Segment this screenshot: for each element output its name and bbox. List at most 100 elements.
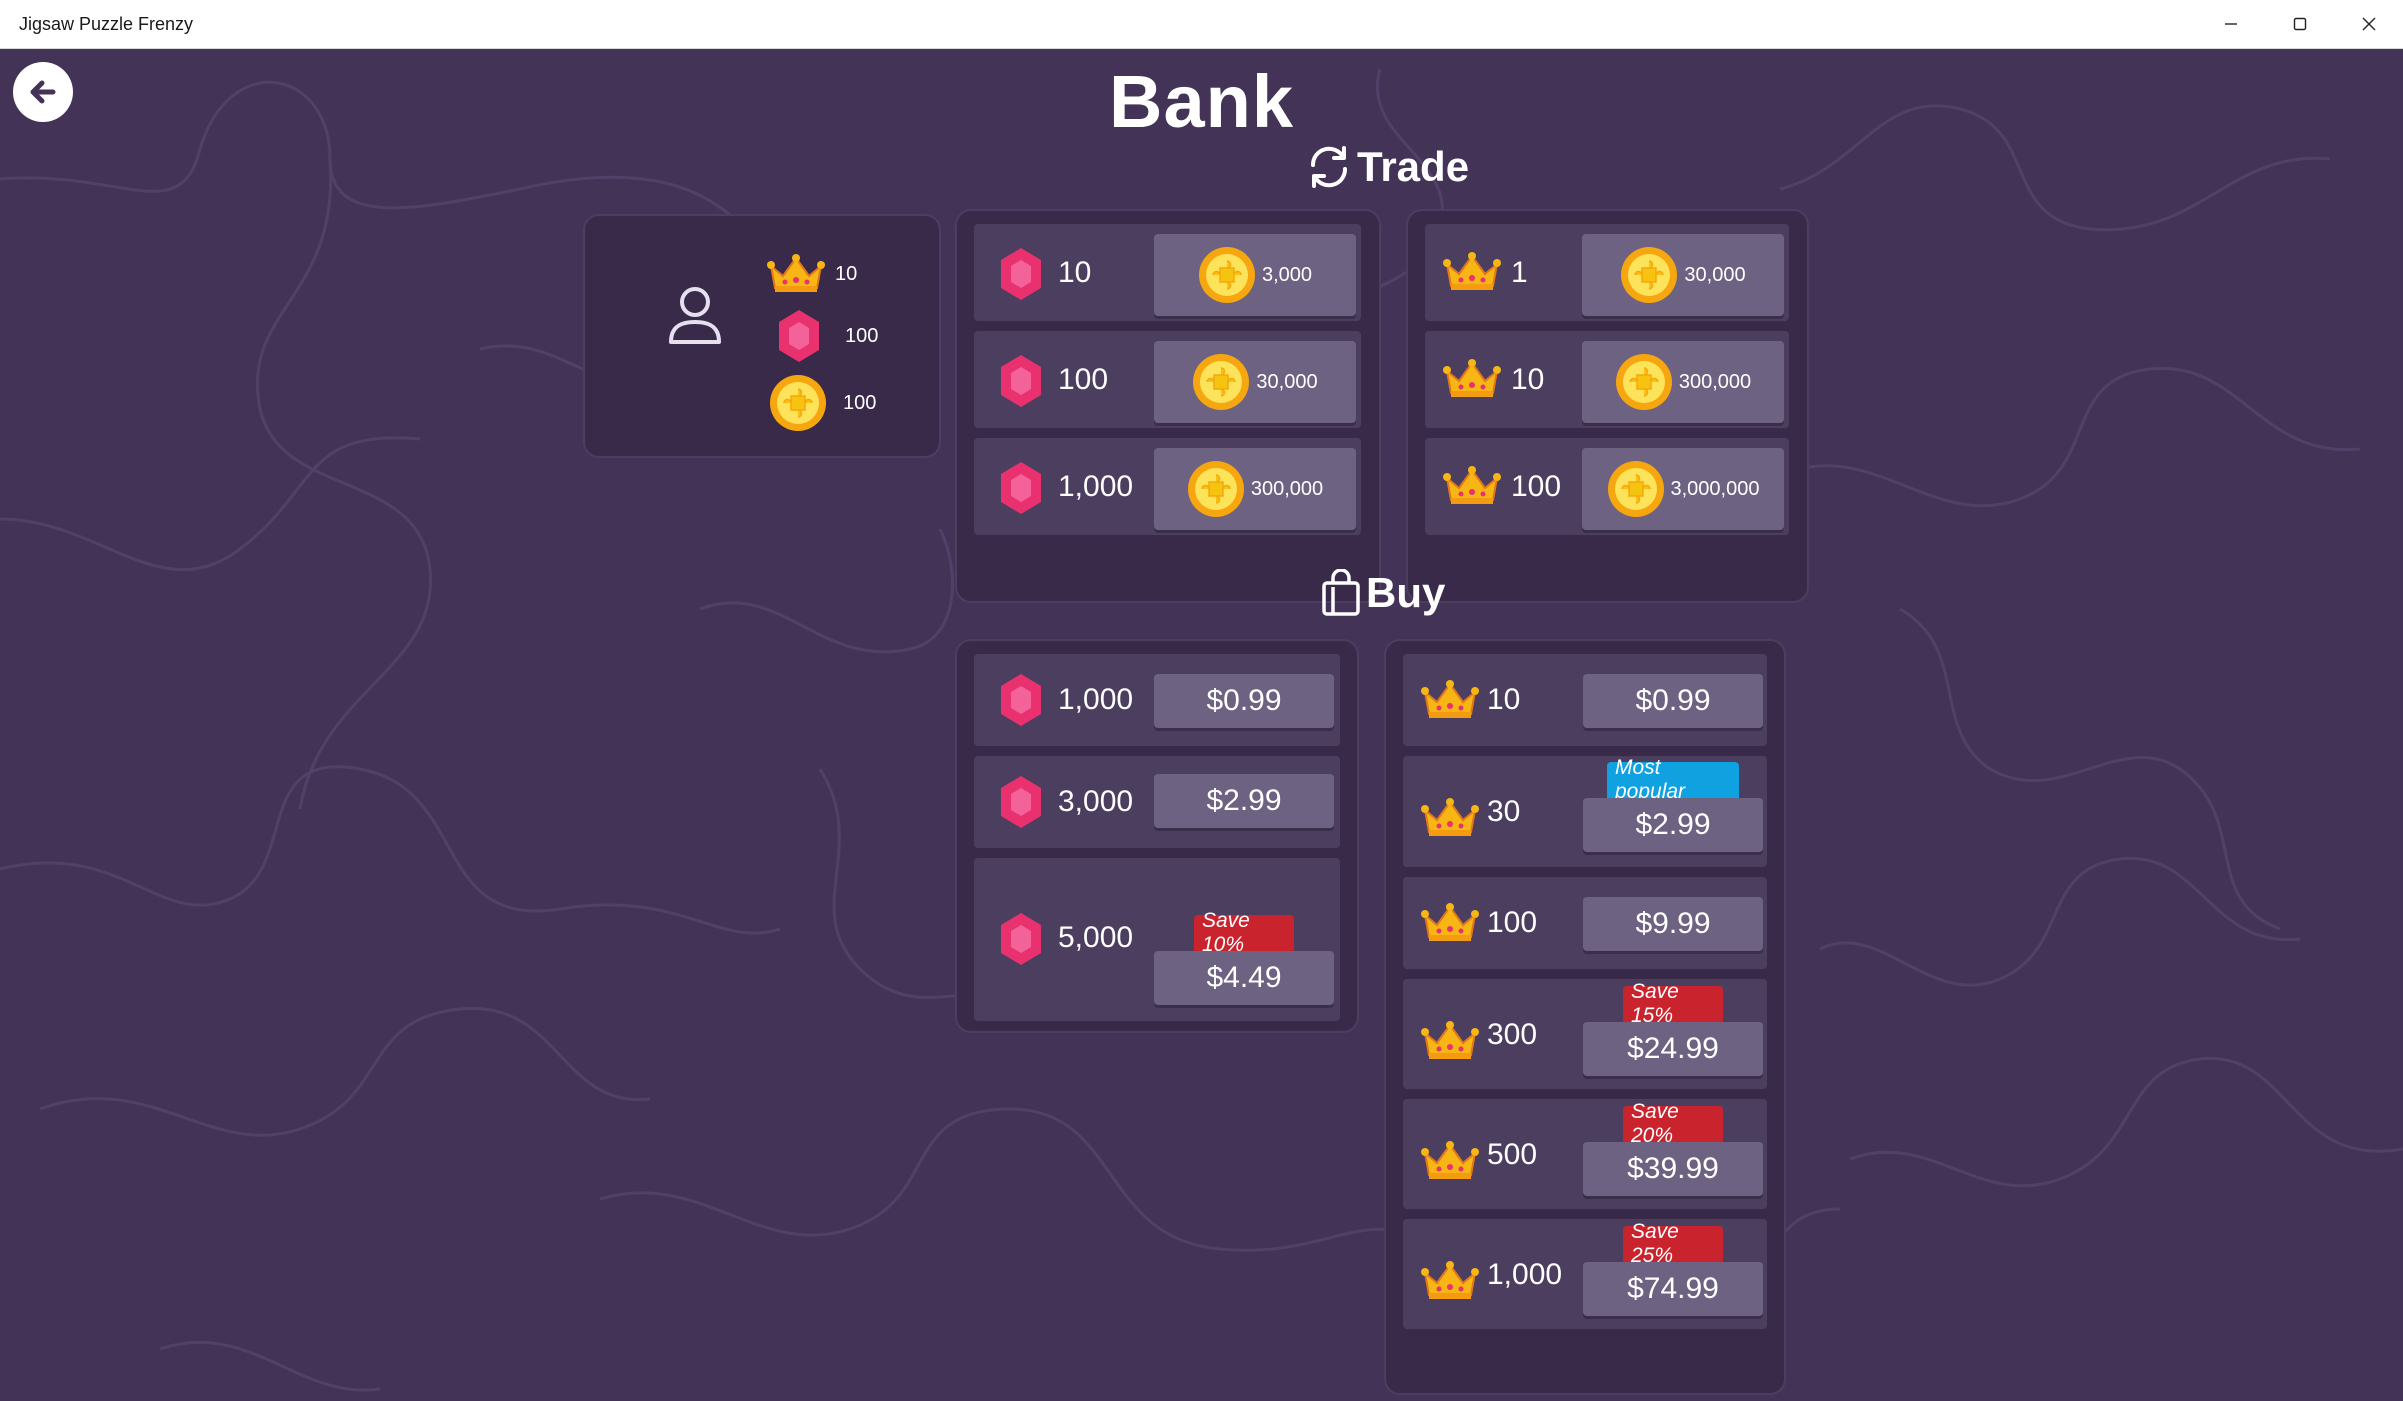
gem-icon — [1001, 674, 1041, 726]
buy-crown-row: 100 $9.99 — [1403, 877, 1767, 969]
wallet-coins: 100 — [769, 374, 876, 432]
trade-gem-price: 300,000 — [1250, 477, 1324, 500]
crown-icon — [1421, 903, 1479, 941]
crown-icon — [1421, 798, 1479, 836]
trade-crown-buy-button[interactable]: 300,000 — [1582, 341, 1784, 423]
gem-icon — [1001, 355, 1041, 407]
buy-crown-price: $9.99 — [1635, 907, 1711, 940]
wallet-crowns: 10 — [767, 254, 857, 294]
buy-gem-price: $0.99 — [1206, 684, 1282, 717]
trade-gem-row: 1,000 300,000 — [974, 438, 1361, 535]
trade-gem-qty: 1,000 — [1058, 470, 1134, 503]
trade-crown-price: 300,000 — [1678, 370, 1752, 393]
trade-crown-qty: 1 — [1511, 256, 1528, 289]
close-button[interactable] — [2334, 0, 2403, 48]
gem-icon — [1001, 248, 1041, 300]
window-controls — [2196, 0, 2403, 48]
trade-gem-qty: 100 — [1058, 363, 1109, 396]
buy-crown-qty: 30 — [1487, 795, 1521, 828]
shopping-bag-icon — [1322, 569, 1360, 616]
buy-crown-price: $74.99 — [1627, 1272, 1719, 1305]
trade-crown-row: 10 300,000 — [1425, 331, 1789, 428]
most-popular-badge: Most popular — [1607, 756, 1739, 803]
buy-gem-price-button[interactable]: $4.49 — [1154, 951, 1334, 1005]
buy-gem-row: 1,000 $0.99 — [974, 654, 1340, 746]
buy-crown-price: $0.99 — [1635, 684, 1711, 717]
buy-crown-row: 300 Save 15% $24.99 — [1403, 979, 1767, 1089]
buy-gem-price-button[interactable]: $2.99 — [1154, 774, 1334, 828]
crown-icon — [1421, 1261, 1479, 1299]
coin-icon — [1198, 247, 1255, 303]
trade-crown-buy-button[interactable]: 3,000,000 — [1582, 448, 1784, 530]
maximize-icon — [2293, 17, 2306, 31]
save-badge: Save 20% — [1623, 1100, 1723, 1147]
buy-crown-price-button[interactable]: $9.99 — [1583, 897, 1763, 951]
buy-crown-price-button[interactable]: $2.99 — [1583, 798, 1763, 852]
buy-crown-qty: 10 — [1487, 683, 1521, 716]
wallet-panel: 10 100 100 — [583, 214, 941, 458]
trade-gem-buy-button[interactable]: 3,000 — [1154, 234, 1356, 316]
coin-icon — [1193, 354, 1250, 410]
buy-heading: Buy — [1320, 569, 1445, 617]
buy-crown-price-button[interactable]: $0.99 — [1583, 674, 1763, 728]
coin-icon — [1607, 461, 1664, 517]
buy-crown-row: 10 $0.99 — [1403, 654, 1767, 746]
close-icon — [2362, 17, 2375, 31]
trade-gem-price: 30,000 — [1256, 370, 1318, 393]
trade-crown-price: 3,000,000 — [1670, 477, 1760, 500]
gem-icon — [1001, 913, 1041, 965]
trade-title: Trade — [1357, 143, 1470, 190]
coin-icon — [770, 375, 826, 431]
trade-gem-buy-button[interactable]: 30,000 — [1154, 341, 1356, 423]
save-badge: Save 10% — [1194, 909, 1294, 956]
gem-icon — [1001, 462, 1041, 514]
buy-crown-qty: 300 — [1487, 1018, 1538, 1051]
trade-crown-row: 100 3,000,000 — [1425, 438, 1789, 535]
title-bar: Jigsaw Puzzle Frenzy — [0, 0, 2403, 49]
trade-gem-row: 100 30,000 — [974, 331, 1361, 428]
coin-icon — [1615, 354, 1672, 410]
trade-crown-row: 1 30,000 — [1425, 224, 1789, 321]
coin-icon — [1187, 461, 1244, 517]
save-badge: Save 15% — [1623, 980, 1723, 1027]
crown-icon — [1443, 252, 1501, 290]
gem-icon — [779, 310, 819, 362]
buy-crown-row: 500 Save 20% $39.99 — [1403, 1099, 1767, 1209]
buy-gem-qty: 5,000 — [1058, 921, 1134, 954]
crown-icon — [1421, 1141, 1479, 1179]
buy-crown-price-button[interactable]: $74.99 — [1583, 1262, 1763, 1316]
crown-icon — [1443, 466, 1501, 504]
wallet-gems-amount: 100 — [845, 324, 879, 347]
maximize-button[interactable] — [2265, 0, 2334, 48]
save-badge: Save 25% — [1623, 1220, 1723, 1267]
buy-crown-row: 30 Most popular $2.99 — [1403, 756, 1767, 867]
wallet-coins-amount: 100 — [843, 391, 877, 414]
trade-crown-price: 30,000 — [1684, 263, 1746, 286]
crown-icon — [1421, 680, 1479, 718]
crown-icon — [1421, 1021, 1479, 1059]
user-icon — [669, 287, 721, 344]
buy-crown-price-button[interactable]: $39.99 — [1583, 1142, 1763, 1196]
minimize-icon — [2224, 23, 2237, 25]
buy-gem-price-button[interactable]: $0.99 — [1154, 674, 1334, 728]
page-title: Bank — [1109, 60, 1294, 143]
trade-gem-buy-button[interactable]: 300,000 — [1154, 448, 1356, 530]
buy-crown-row: 1,000 Save 25% $74.99 — [1403, 1219, 1767, 1329]
buy-gem-row: 3,000 $2.99 — [974, 756, 1340, 848]
buy-gem-row: 5,000 Save 10% $4.49 — [974, 858, 1340, 1021]
wallet-gems: 100 — [777, 308, 878, 364]
buy-crown-qty: 500 — [1487, 1138, 1538, 1171]
minimize-button[interactable] — [2196, 0, 2265, 48]
trade-gem-price: 3,000 — [1261, 263, 1313, 286]
window-title: Jigsaw Puzzle Frenzy — [19, 13, 194, 34]
buy-title: Buy — [1366, 569, 1446, 616]
bank-screen: Bank Trade 10 100 100 Buy 10 3,000 100 3… — [0, 49, 2403, 1401]
buy-crown-price-button[interactable]: $24.99 — [1583, 1022, 1763, 1076]
refresh-icon — [1310, 146, 1348, 188]
coin-icon — [1621, 247, 1678, 303]
buy-gem-price: $2.99 — [1206, 784, 1282, 817]
buy-crown-price: $24.99 — [1627, 1032, 1719, 1065]
trade-crown-buy-button[interactable]: 30,000 — [1582, 234, 1784, 316]
buy-gem-qty: 1,000 — [1058, 683, 1134, 716]
trade-gem-qty: 10 — [1058, 256, 1092, 289]
